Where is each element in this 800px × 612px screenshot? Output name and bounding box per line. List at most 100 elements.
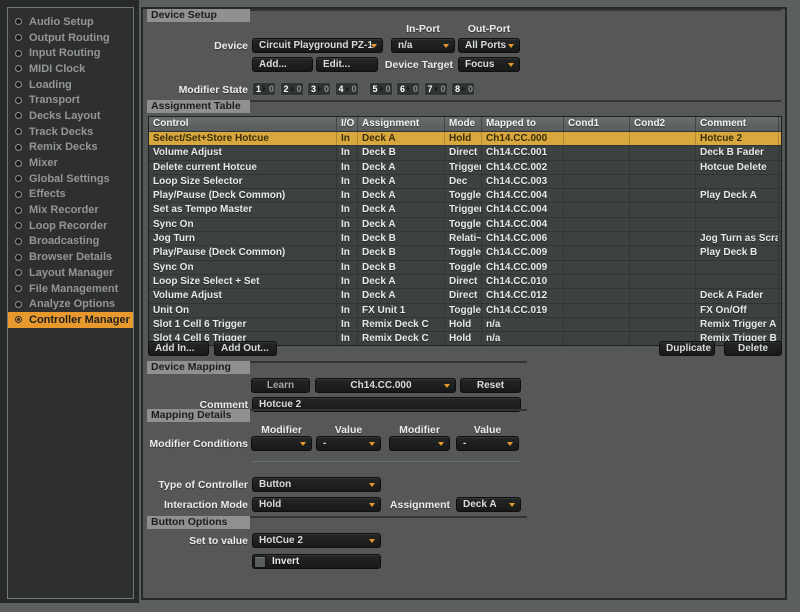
table-cell: Ch14.CC.000 xyxy=(482,132,564,145)
modifier-state-7[interactable]: 70 xyxy=(424,82,448,96)
add-out-button[interactable]: Add Out... xyxy=(214,341,277,356)
column-header-mapped-to[interactable]: Mapped to xyxy=(482,117,564,131)
modifier-state-2[interactable]: 20 xyxy=(280,82,304,96)
interaction-mode-dropdown[interactable]: Hold xyxy=(252,497,381,512)
table-cell xyxy=(630,132,696,145)
table-row[interactable]: Slot 1 Cell 6 TriggerInRemix Deck CHoldn… xyxy=(149,317,781,331)
table-cell xyxy=(696,261,779,274)
table-row[interactable]: Delete current HotcueInDeck ATriggerCh14… xyxy=(149,160,781,174)
table-cell: FX Unit 1 xyxy=(358,304,445,317)
chevron-down-icon xyxy=(300,442,306,446)
modifier-state-1[interactable]: 10 xyxy=(252,82,276,96)
column-header-comment[interactable]: Comment xyxy=(696,117,779,131)
modifier-state-8[interactable]: 80 xyxy=(451,82,475,96)
table-cell: In xyxy=(337,304,358,317)
table-row[interactable]: Play/Pause (Deck Common)InDeck AToggleCh… xyxy=(149,188,781,202)
table-cell: Remix Deck C xyxy=(358,332,445,345)
sidebar-item-audio-setup[interactable]: Audio Setup xyxy=(8,14,133,30)
table-row[interactable]: Volume AdjustInDeck ADirectCh14.CC.012De… xyxy=(149,288,781,302)
modifier-state-4[interactable]: 40 xyxy=(335,82,359,96)
column-header-assignment[interactable]: Assignment xyxy=(358,117,445,131)
mapping-details-subdivider xyxy=(252,461,521,462)
mapped-event-dropdown[interactable]: Ch14.CC.000 xyxy=(315,378,456,393)
device-dropdown[interactable]: Circuit Playground PZ-1 xyxy=(252,38,383,53)
invert-checkbox[interactable] xyxy=(254,556,266,568)
sidebar-item-mixer[interactable]: Mixer xyxy=(8,155,133,171)
table-row[interactable]: Set as Tempo MasterInDeck ATriggerCh14.C… xyxy=(149,202,781,216)
table-row[interactable]: Sync OnInDeck BToggleCh14.CC.009 xyxy=(149,260,781,274)
modifier-state-6[interactable]: 60 xyxy=(396,82,420,96)
sidebar-item-output-routing[interactable]: Output Routing xyxy=(8,30,133,46)
column-header-mode[interactable]: Mode xyxy=(445,117,482,131)
edit-device-button[interactable]: Edit... xyxy=(316,57,378,72)
table-row[interactable]: Play/Pause (Deck Common)InDeck BToggleCh… xyxy=(149,245,781,259)
sidebar-item-midi-clock[interactable]: MIDI Clock xyxy=(8,61,133,77)
sidebar-item-browser-details[interactable]: Browser Details xyxy=(8,249,133,265)
out-port-dropdown[interactable]: All Ports xyxy=(458,38,520,53)
sidebar-item-mix-recorder[interactable]: Mix Recorder xyxy=(8,202,133,218)
duplicate-button[interactable]: Duplicate xyxy=(659,341,715,356)
sidebar-item-file-management[interactable]: File Management xyxy=(8,281,133,297)
device-dropdown-value: Circuit Playground PZ-1 xyxy=(259,40,373,51)
column-header-i-o[interactable]: I/O xyxy=(337,117,358,131)
table-cell: Play/Pause (Deck Common) xyxy=(149,246,337,259)
sidebar-item-input-routing[interactable]: Input Routing xyxy=(8,45,133,61)
sidebar-item-broadcasting[interactable]: Broadcasting xyxy=(8,234,133,250)
table-cell xyxy=(564,318,630,331)
sidebar-item-loading[interactable]: Loading xyxy=(8,77,133,93)
table-row[interactable]: Loop Size SelectorInDeck ADecCh14.CC.003 xyxy=(149,174,781,188)
radio-bullet-icon xyxy=(15,18,22,25)
table-row[interactable]: Unit OnInFX Unit 1ToggleCh14.CC.019FX On… xyxy=(149,303,781,317)
column-header-cond2[interactable]: Cond2 xyxy=(630,117,696,131)
condition-1-modifier-dropdown[interactable] xyxy=(251,436,312,451)
table-row[interactable]: Jog TurnInDeck BRelati~Ch14.CC.006Jog Tu… xyxy=(149,231,781,245)
interaction-mode-value: Hold xyxy=(259,499,281,510)
sidebar-item-label: Track Decks xyxy=(29,126,93,138)
table-cell: Play/Pause (Deck Common) xyxy=(149,189,337,202)
table-cell: In xyxy=(337,132,358,145)
add-in-button[interactable]: Add In... xyxy=(148,341,209,356)
table-cell xyxy=(630,232,696,245)
condition-1-value-dropdown[interactable]: - xyxy=(316,436,381,451)
table-cell xyxy=(696,275,779,288)
condition-1-value-value: - xyxy=(323,438,326,449)
modifier-state-5[interactable]: 50 xyxy=(369,82,393,96)
sidebar-item-remix-decks[interactable]: Remix Decks xyxy=(8,140,133,156)
delete-button[interactable]: Delete xyxy=(724,341,782,356)
learn-button[interactable]: Learn xyxy=(251,378,310,393)
modifier-state-3[interactable]: 30 xyxy=(307,82,331,96)
sidebar-item-loop-recorder[interactable]: Loop Recorder xyxy=(8,218,133,234)
condition-2-value-dropdown[interactable]: - xyxy=(456,436,519,451)
sidebar-item-transport[interactable]: Transport xyxy=(8,92,133,108)
sidebar-item-effects[interactable]: Effects xyxy=(8,187,133,203)
sidebar-item-controller-manager[interactable]: Controller Manager xyxy=(8,312,133,328)
sidebar-item-analyze-options[interactable]: Analyze Options xyxy=(8,296,133,312)
device-target-dropdown[interactable]: Focus xyxy=(458,57,520,72)
sidebar-item-track-decks[interactable]: Track Decks xyxy=(8,124,133,140)
reset-button[interactable]: Reset xyxy=(460,378,521,393)
type-of-controller-dropdown[interactable]: Button xyxy=(252,477,381,492)
sidebar-item-decks-layout[interactable]: Decks Layout xyxy=(8,108,133,124)
table-cell: Select/Set+Store Hotcue xyxy=(149,132,337,145)
table-row[interactable]: Volume AdjustInDeck BDirectCh14.CC.001De… xyxy=(149,145,781,159)
add-device-button[interactable]: Add... xyxy=(252,57,313,72)
column-header-cond1[interactable]: Cond1 xyxy=(564,117,630,131)
column-header-control[interactable]: Control xyxy=(149,117,337,131)
table-row[interactable]: Sync OnInDeck AToggleCh14.CC.004 xyxy=(149,217,781,231)
in-port-dropdown[interactable]: n/a xyxy=(391,38,455,53)
radio-bullet-icon xyxy=(15,81,22,88)
assignment-dropdown[interactable]: Deck A xyxy=(456,497,521,512)
condition-2-modifier-dropdown[interactable] xyxy=(389,436,450,451)
table-row[interactable]: Select/Set+Store HotcueInDeck AHoldCh14.… xyxy=(149,131,781,145)
table-cell: Ch14.CC.002 xyxy=(482,161,564,174)
table-cell: Trigger xyxy=(445,161,482,174)
sidebar-item-global-settings[interactable]: Global Settings xyxy=(8,171,133,187)
sidebar-item-layout-manager[interactable]: Layout Manager xyxy=(8,265,133,281)
table-cell: In xyxy=(337,289,358,302)
chevron-down-icon xyxy=(438,442,444,446)
set-to-value-dropdown[interactable]: HotCue 2 xyxy=(252,533,381,548)
sidebar-item-label: Analyze Options xyxy=(29,298,115,310)
table-cell: Deck A xyxy=(358,161,445,174)
table-row[interactable]: Loop Size Select + SetInDeck ADirectCh14… xyxy=(149,274,781,288)
table-cell xyxy=(696,218,779,231)
